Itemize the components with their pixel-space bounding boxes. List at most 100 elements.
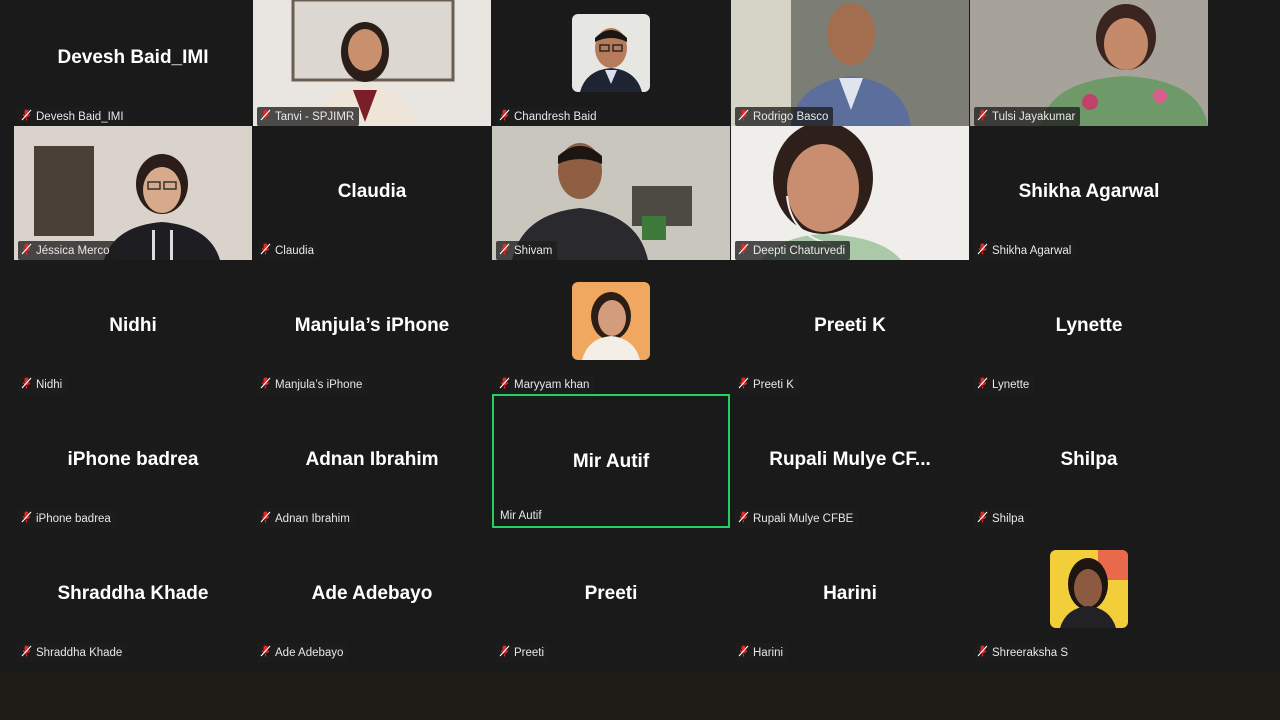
participant-name-tag: Jéssica Merco — [18, 241, 115, 260]
participant-name-tag: Adnan Ibrahim — [257, 509, 355, 528]
participant-name: Lynette — [992, 378, 1030, 391]
muted-mic-icon — [738, 377, 749, 392]
muted-mic-icon — [977, 377, 988, 392]
participant-tile-tanvi-spjimr[interactable]: Tanvi - SPJIMR — [253, 0, 491, 126]
participant-name: Shikha Agarwal — [992, 244, 1072, 257]
participant-name: Harini — [753, 646, 784, 659]
participant-tile-harini[interactable]: Harini Harini — [731, 528, 969, 662]
participant-tile-shilpa[interactable]: Shilpa Shilpa — [970, 394, 1208, 528]
participant-video — [731, 126, 969, 260]
participant-name: Devesh Baid_IMI — [36, 110, 124, 123]
participant-name-tag: Ade Adebayo — [257, 643, 349, 662]
muted-mic-icon — [260, 511, 271, 526]
participant-name: Mir Autif — [500, 510, 542, 522]
participant-tile-manjula-s-iphone[interactable]: Manjula’s iPhone Manjula’s iPhone — [253, 260, 491, 394]
muted-mic-icon — [21, 109, 32, 124]
participant-name-tag: Rupali Mulye CFBE — [735, 509, 859, 528]
participant-name: Tanvi - SPJIMR — [275, 110, 355, 123]
participant-display-name: Adnan Ibrahim — [305, 449, 439, 470]
participant-tile-preeti[interactable]: Preeti Preeti — [492, 528, 730, 662]
participant-name-tag: Shilpa — [974, 509, 1029, 528]
muted-mic-icon — [977, 109, 988, 124]
participant-tile-deepti-chaturvedi[interactable]: Deepti Chaturvedi — [731, 126, 969, 260]
participant-display-name: Preeti K — [814, 315, 886, 336]
participant-tile-lynette[interactable]: Lynette Lynette — [970, 260, 1208, 394]
participant-display-name: Shraddha Khade — [57, 583, 209, 604]
muted-mic-icon — [21, 377, 32, 392]
profile-avatar — [1050, 550, 1128, 628]
participant-name-tag: Shreeraksha S — [974, 643, 1074, 662]
participant-name-tag: Manjula’s iPhone — [257, 375, 368, 394]
participant-name: Adnan Ibrahim — [275, 512, 350, 525]
participant-name: Maryyam khan — [514, 378, 590, 391]
participant-name-tag: Chandresh Baid — [496, 107, 602, 126]
participant-display-name: Shikha Agarwal — [1018, 181, 1160, 202]
participant-name-tag: Preeti K — [735, 375, 799, 394]
participant-name: Rupali Mulye CFBE — [753, 512, 854, 525]
muted-mic-icon — [977, 645, 988, 660]
participant-display-name: Lynette — [1055, 315, 1123, 336]
participant-tile-ade-adebayo[interactable]: Ade Adebayo Ade Adebayo — [253, 528, 491, 662]
muted-mic-icon — [260, 243, 271, 258]
participant-name-tag: Shraddha Khade — [18, 643, 128, 662]
participant-name-tag: Nidhi — [18, 375, 68, 394]
participant-name: Shreeraksha S — [992, 646, 1069, 659]
muted-mic-icon — [499, 243, 510, 258]
participant-tile-rodrigo-basco[interactable]: Rodrigo Basco — [731, 0, 969, 126]
participant-display-name: Ade Adebayo — [311, 583, 433, 604]
participant-display-name: Shilpa — [1060, 449, 1118, 470]
participant-tile-j-ssica-merco[interactable]: Jéssica Merco — [14, 126, 252, 260]
participant-display-name: Harini — [823, 583, 877, 604]
participant-display-name: Mir Autif — [572, 451, 650, 472]
participant-name: Preeti — [514, 646, 545, 659]
participant-name-tag: Shivam — [496, 241, 558, 260]
muted-mic-icon — [738, 243, 749, 258]
participant-name: Shivam — [514, 244, 553, 257]
participant-tile-preeti-k[interactable]: Preeti K Preeti K — [731, 260, 969, 394]
muted-mic-icon — [977, 243, 988, 258]
muted-mic-icon — [977, 511, 988, 526]
muted-mic-icon — [21, 511, 32, 526]
participant-tile-shivam[interactable]: Shivam — [492, 126, 730, 260]
participant-tile-devesh-baid-imi[interactable]: Devesh Baid_IMI Devesh Baid_IMI — [14, 0, 252, 126]
participant-display-name: Preeti — [584, 583, 638, 604]
participant-tile-mir-autif[interactable]: Mir Autif Mir Autif — [492, 394, 730, 528]
participant-name-tag: Tanvi - SPJIMR — [257, 107, 360, 126]
muted-mic-icon — [21, 645, 32, 660]
participant-tile-maryyam-khan[interactable]: Maryyam khan — [492, 260, 730, 394]
participant-name-tag: iPhone badrea — [18, 509, 116, 528]
muted-mic-icon — [499, 645, 510, 660]
participant-tile-shikha-agarwal[interactable]: Shikha Agarwal Shikha Agarwal — [970, 126, 1208, 260]
participant-tile-shreeraksha-s[interactable]: Shreeraksha S — [970, 528, 1208, 662]
participant-name-tag: Preeti — [496, 643, 550, 662]
participant-display-name: iPhone badrea — [67, 449, 199, 470]
participant-name: Shraddha Khade — [36, 646, 123, 659]
participant-name-tag: Shikha Agarwal — [974, 241, 1077, 260]
participant-name-tag: Tulsi Jayakumar — [974, 107, 1081, 126]
participant-name-tag: Claudia — [257, 241, 319, 260]
participant-tile-chandresh-baid[interactable]: Chandresh Baid — [492, 0, 730, 126]
participant-tile-shraddha-khade[interactable]: Shraddha Khade Shraddha Khade — [14, 528, 252, 662]
participant-tile-tulsi-jayakumar[interactable]: Tulsi Jayakumar — [970, 0, 1208, 126]
participant-name: Preeti K — [753, 378, 794, 391]
participant-name-tag: Mir Autif — [498, 508, 547, 524]
participant-display-name: Manjula’s iPhone — [294, 315, 450, 336]
muted-mic-icon — [21, 243, 32, 258]
participant-name: Jéssica Merco — [36, 244, 110, 257]
participant-tile-nidhi[interactable]: Nidhi Nidhi — [14, 260, 252, 394]
participant-name: Manjula’s iPhone — [275, 378, 363, 391]
participant-name-tag: Deepti Chaturvedi — [735, 241, 851, 260]
participant-tile-adnan-ibrahim[interactable]: Adnan Ibrahim Adnan Ibrahim — [253, 394, 491, 528]
gallery-grid: Devesh Baid_IMI Devesh Baid_IMI Tanvi - … — [14, 0, 1208, 664]
participant-video — [492, 126, 730, 260]
participant-tile-iphone-badrea[interactable]: iPhone badrea iPhone badrea — [14, 394, 252, 528]
participant-name: Tulsi Jayakumar — [992, 110, 1076, 123]
participant-display-name: Claudia — [337, 181, 407, 202]
participant-tile-claudia[interactable]: Claudia Claudia — [253, 126, 491, 260]
participant-display-name: Devesh Baid_IMI — [57, 47, 209, 68]
muted-mic-icon — [738, 511, 749, 526]
muted-mic-icon — [499, 109, 510, 124]
muted-mic-icon — [260, 377, 271, 392]
participant-tile-rupali-mulye-cfbe[interactable]: Rupali Mulye CF... Rupali Mulye CFBE — [731, 394, 969, 528]
participant-name: Nidhi — [36, 378, 63, 391]
